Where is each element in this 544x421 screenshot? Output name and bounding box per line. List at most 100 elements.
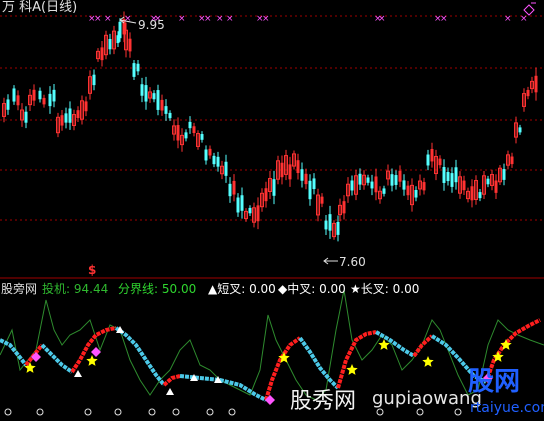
bottom-marker bbox=[148, 408, 156, 416]
candle-body bbox=[42, 97, 46, 105]
candle-body bbox=[24, 111, 28, 123]
candle-body bbox=[446, 172, 450, 182]
bottom-marker bbox=[454, 408, 462, 416]
candle-body bbox=[358, 173, 362, 185]
candle-body bbox=[486, 178, 490, 185]
indicator-name[interactable]: 股旁网 bbox=[1, 282, 37, 296]
watermark-subtext: gupiaowang bbox=[372, 388, 482, 409]
candle-body bbox=[232, 180, 236, 195]
candle-body bbox=[406, 185, 410, 196]
candle-body bbox=[462, 180, 466, 191]
short-cross-value: ▲短叉: 0.00 bbox=[208, 282, 276, 296]
candlestick-series bbox=[2, 11, 538, 242]
bottom-marker bbox=[172, 408, 180, 416]
candle-body bbox=[168, 112, 172, 119]
candle-body bbox=[296, 160, 300, 174]
marker-x: × bbox=[178, 14, 186, 24]
marker-x: × bbox=[262, 14, 270, 24]
short-cross-triangle bbox=[74, 370, 82, 377]
candle-body bbox=[152, 93, 156, 100]
candle-body bbox=[84, 101, 88, 112]
marker-x: × bbox=[94, 14, 102, 24]
bottom-marker bbox=[84, 408, 92, 416]
candle-body bbox=[200, 134, 204, 140]
candle-body bbox=[204, 149, 208, 161]
marker-x: × bbox=[104, 14, 112, 24]
chart-canvas[interactable]: ×× × × ×× × ×× × × ×× ×× ×× × × bbox=[0, 0, 544, 421]
candle-body bbox=[188, 121, 192, 129]
chart-title: 万 科A(日线) bbox=[2, 0, 78, 15]
candle-body bbox=[494, 180, 498, 193]
candle-body bbox=[12, 88, 16, 102]
candle-body bbox=[288, 164, 292, 180]
candle-body bbox=[454, 167, 458, 183]
diamond-icon[interactable] bbox=[518, 2, 540, 18]
candle-body bbox=[426, 154, 430, 166]
candle-body bbox=[374, 176, 378, 193]
candle-body bbox=[272, 179, 276, 196]
candle-body bbox=[430, 149, 434, 162]
candle-body bbox=[136, 63, 140, 72]
stepped-indicator-line bbox=[0, 338, 28, 367]
candle-body bbox=[478, 192, 482, 199]
stepped-indicator-line bbox=[162, 374, 181, 387]
candle-body bbox=[320, 196, 324, 204]
candle-body bbox=[176, 125, 180, 141]
watermark-url: rtaiyue.com bbox=[470, 400, 544, 416]
candle-body bbox=[156, 90, 160, 110]
candle-body bbox=[108, 39, 112, 50]
candle-body bbox=[48, 93, 52, 107]
candle-body bbox=[312, 178, 316, 190]
low-price-label: 7.60 bbox=[339, 255, 366, 269]
bottom-marker bbox=[36, 408, 44, 416]
candle-body bbox=[60, 115, 64, 126]
candle-body bbox=[308, 180, 312, 200]
bottom-marker bbox=[4, 408, 12, 416]
candle-body bbox=[398, 170, 402, 182]
candle-body bbox=[248, 207, 252, 214]
marker-x: × bbox=[226, 14, 234, 24]
candle-body bbox=[382, 188, 386, 194]
candle-body bbox=[52, 89, 56, 102]
candle-body bbox=[394, 175, 398, 185]
candle-body bbox=[390, 174, 394, 186]
candle-body bbox=[38, 90, 42, 100]
candle-body bbox=[300, 169, 304, 181]
low-arrow-icon bbox=[323, 257, 338, 265]
candle-body bbox=[140, 84, 144, 96]
candle-body bbox=[328, 214, 332, 231]
stepped-indicator-line bbox=[336, 330, 377, 389]
candle-body bbox=[366, 177, 370, 183]
watermark-logo: 股网 bbox=[468, 367, 521, 397]
candle-body bbox=[240, 195, 244, 211]
candle-body bbox=[6, 99, 10, 110]
candle-body bbox=[208, 148, 212, 156]
chart-window: × × × × × × × × × × × × × × × × × × × 万 科A(日线) 9.95 7.60 $… bbox=[0, 0, 544, 421]
long-cross-value: ★长叉: 0.00 bbox=[350, 282, 420, 296]
candle-body bbox=[470, 186, 474, 201]
candle-body bbox=[402, 180, 406, 190]
candle-body bbox=[164, 106, 168, 114]
watermark-text: 股秀网 bbox=[290, 389, 357, 414]
candle-body bbox=[236, 197, 240, 213]
short-cross-triangle bbox=[166, 388, 174, 395]
mid-cross-value: ◆中叉: 0.00 bbox=[278, 282, 346, 296]
candle-body bbox=[64, 113, 68, 123]
marker-x: × bbox=[216, 14, 224, 24]
candle-body bbox=[534, 75, 538, 93]
candle-body bbox=[438, 158, 442, 166]
candle-body bbox=[280, 162, 284, 178]
stepped-indicator-line bbox=[40, 343, 74, 374]
candle-body bbox=[16, 95, 20, 106]
touji-value: 投机: 94.44 bbox=[42, 282, 109, 296]
candle-body bbox=[336, 222, 340, 235]
candle-body bbox=[350, 180, 354, 191]
candle-body bbox=[264, 188, 268, 202]
marker-x: × bbox=[204, 14, 212, 24]
candle-body bbox=[450, 173, 454, 187]
candle-body bbox=[160, 99, 164, 111]
high-arrow-icon bbox=[119, 16, 137, 24]
candle-body bbox=[342, 201, 346, 214]
candle-body bbox=[100, 47, 104, 61]
boundary-value: 分界线: 50.00 bbox=[118, 282, 197, 296]
